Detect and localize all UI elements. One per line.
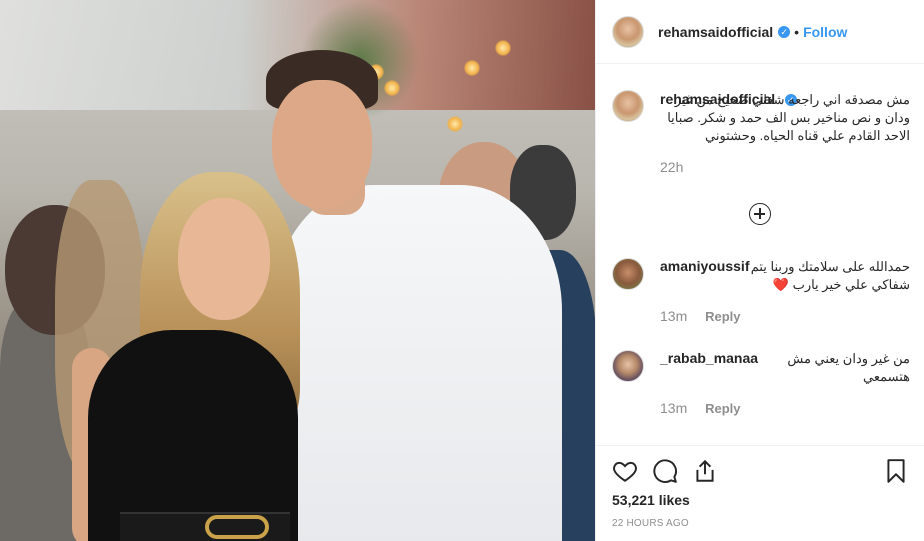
avatar[interactable] — [612, 90, 644, 122]
caption-text: مش مصدقه اني راجعه شغلي صحيح من غير ودان… — [667, 92, 910, 143]
action-icons — [612, 458, 909, 486]
reply-button[interactable]: Reply — [705, 401, 740, 416]
comment-time[interactable]: 13m — [660, 308, 687, 324]
caption: rehamsaidofficial ✓ مش مصدقه اني راجعه ش… — [612, 90, 910, 210]
comment-item: _rabab_manaa من غير ودان يعني مش هتسمعي … — [612, 350, 910, 430]
post-header: rehamsaidofficial ✓ • Follow — [596, 0, 924, 64]
string-light — [464, 60, 480, 76]
caption-meta: 22h — [660, 159, 910, 175]
comment-meta: 13m Reply — [660, 308, 910, 324]
post-side-panel: rehamsaidofficial ✓ • Follow rehamsaidof… — [595, 0, 924, 541]
share-icon[interactable] — [692, 458, 718, 484]
comment-time[interactable]: 13m — [660, 400, 687, 416]
comment-body: amaniyoussif حمدالله على سلامتك وربنا يت… — [660, 258, 910, 324]
likes-count[interactable]: 53,221 likes — [612, 492, 690, 508]
header-username[interactable]: rehamsaidofficial — [658, 24, 773, 40]
comment-username[interactable]: _rabab_manaa — [660, 350, 758, 366]
heart-icon[interactable] — [612, 458, 638, 484]
string-light — [384, 80, 400, 96]
bookmark-icon[interactable] — [883, 458, 909, 484]
avatar[interactable] — [612, 350, 644, 382]
comment-item: amaniyoussif حمدالله على سلامتك وربنا يت… — [612, 258, 910, 338]
string-light — [447, 116, 463, 132]
belt-buckle — [205, 515, 269, 539]
verified-badge-icon: ✓ — [778, 25, 791, 38]
woman-black-dress — [88, 330, 298, 541]
post-timestamp[interactable]: 22 HOURS AGO — [612, 518, 689, 529]
caption-body: rehamsaidofficial ✓ مش مصدقه اني راجعه ش… — [660, 90, 910, 175]
separator-dot: • — [794, 23, 800, 40]
post-photo[interactable] — [0, 0, 595, 541]
man-face — [272, 80, 372, 208]
woman-face — [178, 198, 270, 320]
comment-username[interactable]: amaniyoussif — [660, 258, 749, 274]
caption-time[interactable]: 22h — [660, 159, 683, 175]
follow-button[interactable]: Follow — [803, 24, 847, 40]
comments-section: rehamsaidofficial ✓ مش مصدقه اني راجعه ش… — [596, 64, 924, 449]
string-light — [495, 40, 511, 56]
comment-meta: 13m Reply — [660, 400, 910, 416]
comment-body: _rabab_manaa من غير ودان يعني مش هتسمعي … — [660, 350, 910, 416]
post-actions: 53,221 likes 22 HOURS AGO — [596, 445, 924, 541]
man-white-shirt — [272, 185, 562, 541]
reply-button[interactable]: Reply — [705, 309, 740, 324]
comment-icon[interactable] — [652, 458, 678, 484]
avatar[interactable] — [612, 258, 644, 290]
avatar[interactable] — [612, 15, 644, 48]
load-more-comments-icon[interactable] — [749, 203, 771, 225]
